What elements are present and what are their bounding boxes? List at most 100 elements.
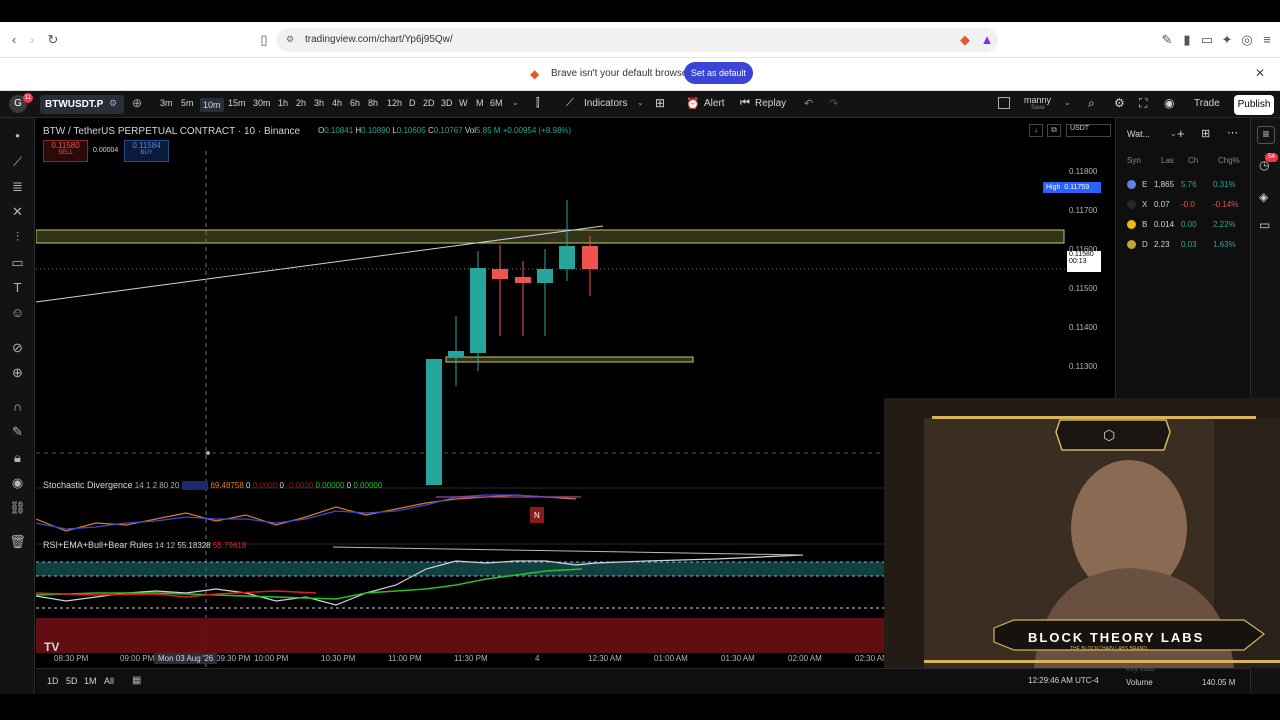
menu-icon[interactable]: ≡ [1259,32,1275,48]
timeframe-dropdown-icon[interactable]: ⌄ [512,98,519,107]
timeframe-w[interactable]: W [459,98,468,108]
stoch-legend[interactable]: Stochastic Divergence 14 1 2 80 20 00000… [43,480,382,490]
undo-icon[interactable]: ↶ [804,97,813,110]
watchlist-layout-icon[interactable]: ⊞ [1201,127,1210,140]
timeframe-6h[interactable]: 6h [350,98,360,108]
forward-icon[interactable]: › [24,32,40,48]
scroll-down-icon[interactable]: ↓ [1029,124,1043,137]
layout-dropdown-icon[interactable]: ⌄ [1064,98,1071,107]
timeframe-2h[interactable]: 2h [296,98,306,108]
magnet-icon[interactable]: ∩ [9,398,26,415]
timeframe-m[interactable]: M [476,98,484,108]
trash-icon[interactable]: 🗑︎ [9,533,26,550]
watchlist-dropdown-icon[interactable]: ⌄ [1170,129,1177,138]
col-change[interactable]: Ch [1188,156,1198,165]
col-symbol[interactable]: Syn [1127,156,1141,165]
sell-button[interactable]: 0.11580 SELL [43,140,88,162]
sidebar-icon[interactable]: ▮ [1179,32,1195,48]
timeframe-10m[interactable]: 10m [200,98,224,112]
vpn-icon[interactable]: ◎ [1239,32,1255,48]
replay-button[interactable]: Replay [755,98,786,109]
indicators-button[interactable]: Indicators [584,98,627,109]
hide-drawings-icon[interactable]: ◉ [9,474,26,491]
maximize-icon[interactable]: ⧉ [1047,124,1061,137]
timeframe-2d[interactable]: 2D [423,98,435,108]
lock-icon[interactable]: 🔒︎ [9,449,26,466]
chat-icon[interactable]: ▭ [1259,218,1270,232]
quick-search-icon[interactable]: ⌕ [1088,96,1095,111]
col-change-pct[interactable]: Chg% [1218,156,1240,165]
compare-add-icon[interactable]: ⊕ [132,96,142,110]
support-zone[interactable] [445,356,694,363]
geometric-shapes-icon[interactable]: ▭ [9,254,26,271]
reload-icon[interactable]: ↻ [45,32,61,48]
brave-shield-icon[interactable]: ◆ [957,32,973,48]
trendline-icon[interactable]: ⟋ [9,153,26,170]
close-notice-icon[interactable]: ✕ [1255,66,1265,80]
timeframe-6m[interactable]: 6M [490,98,503,108]
snapshot-icon[interactable]: ◉ [1164,96,1174,110]
bookmark-icon[interactable]: ▯ [256,32,272,48]
watchlist-icon[interactable]: ≡ [1257,126,1275,144]
timeframe-3m[interactable]: 3m [160,98,173,108]
layout-name[interactable]: manny [1024,95,1051,105]
date-range-icon[interactable]: ▦ [132,675,141,686]
timeframe-15m[interactable]: 15m [228,98,246,108]
add-symbol-icon[interactable]: + [1177,126,1185,141]
timeframe-1h[interactable]: 1h [278,98,288,108]
pattern-icon[interactable]: ✕ [9,203,26,220]
layout-icon[interactable] [998,97,1010,109]
resistance-zone[interactable] [36,229,1065,244]
range-1m[interactable]: 1M [84,676,97,686]
timeframe-3d[interactable]: 3D [441,98,453,108]
timeframe-d[interactable]: D [409,98,416,108]
redo-icon[interactable]: ↷ [829,97,838,110]
clock[interactable]: 12:29:46 AM UTC-4 [1028,676,1099,685]
timeframe-12h[interactable]: 12h [387,98,402,108]
fib-icon[interactable]: ≣ [9,178,26,195]
symbol-settings-icon[interactable]: ⚙ [109,98,117,109]
stay-drawing-icon[interactable]: ✎ [9,423,26,440]
currency-select[interactable]: USDT [1066,124,1111,137]
alert-button[interactable]: Alert [704,98,725,109]
leo-icon[interactable]: ✦ [1219,32,1235,48]
timeframe-4h[interactable]: 4h [332,98,342,108]
fullscreen-icon[interactable]: ⛶ [1139,96,1147,111]
timeframe-5m[interactable]: 5m [181,98,194,108]
zoom-icon[interactable]: ⊕ [9,364,26,381]
address-bar[interactable]: ⚙ tradingview.com/chart/Yp6j95Qw/ [276,28,998,52]
cursor-icon[interactable]: • [9,127,26,144]
set-default-button[interactable]: Set as default [684,62,753,84]
timeframe-3h[interactable]: 3h [314,98,324,108]
watchlist-title[interactable]: Wat... [1127,129,1150,139]
trade-button[interactable]: Trade [1194,98,1220,109]
buy-button[interactable]: 0.11584 BUY [124,140,169,162]
range-5d[interactable]: 5D [66,676,78,686]
settings-icon[interactable]: ⚙ [1114,96,1125,110]
extensions-icon[interactable]: ✎ [1159,32,1175,48]
range-all[interactable]: All [104,676,114,686]
publish-button[interactable]: Publish [1234,95,1274,115]
back-icon[interactable]: ‹ [6,32,22,48]
legend-title[interactable]: BTW / TetherUS PERPETUAL CONTRACT · 10 ·… [43,126,300,137]
watchlist-more-icon[interactable]: ⋯ [1227,126,1238,139]
col-last[interactable]: Las [1161,156,1174,165]
templates-icon[interactable]: ⊞ [655,96,665,110]
text-tool-icon[interactable]: T [9,279,26,296]
link-icon[interactable]: ⛓ [9,499,26,516]
brave-rewards-icon[interactable]: ▲ [979,32,995,48]
layers-icon[interactable]: ◈ [1259,190,1268,204]
emoji-icon[interactable]: ☺ [9,304,26,321]
rsi-trend-line[interactable] [332,546,804,556]
range-1d[interactable]: 1D [47,676,59,686]
rsi-legend[interactable]: RSI+EMA+Bull+Bear Rules 14 12 55.18328 5… [43,540,246,550]
timeframe-8h[interactable]: 8h [368,98,378,108]
timeframe-30m[interactable]: 30m [253,98,271,108]
chart-type-icon[interactable]: ⫿ [536,97,540,110]
forecast-icon[interactable]: ⫶ [9,228,26,245]
symbol-search[interactable]: BTWUSDT.P ⚙ [40,95,124,114]
wallet-icon[interactable]: ▭ [1199,32,1215,48]
indicators-dropdown-icon[interactable]: ⌄ [637,98,644,107]
site-info-icon[interactable]: ⚙ [286,34,294,45]
measure-icon[interactable]: ⊘ [9,339,26,356]
